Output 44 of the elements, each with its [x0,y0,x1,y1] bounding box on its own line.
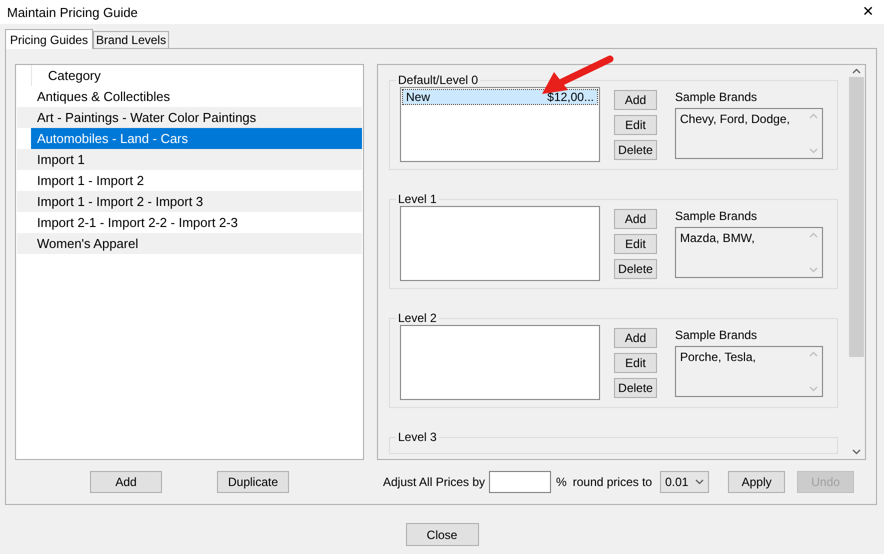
category-row[interactable]: Automobiles - Land - Cars [31,128,362,149]
level-button[interactable]: Delete [614,259,657,279]
group-title: Level 1 [397,192,438,206]
scroll-down-icon[interactable] [852,449,861,455]
group-title: Level 3 [397,430,438,444]
level-button[interactable]: Add [614,209,657,229]
tab[interactable]: Brand Levels [93,31,170,48]
add-button[interactable]: Add [90,471,162,493]
percent-field[interactable] [489,471,552,493]
sample-brands-label: Sample Brands [675,209,758,223]
group-title: Level 2 [397,311,438,325]
round-label: round prices to [572,475,652,489]
entry-name: New [406,90,430,104]
level-button[interactable]: Edit [614,353,657,373]
tab[interactable]: Pricing Guides [5,29,94,49]
column-header[interactable]: Category [31,65,362,86]
close-dialog-button[interactable]: Close [406,523,478,546]
duplicate-button[interactable]: Duplicate [217,471,289,493]
category-row[interactable]: Women's Apparel [17,233,362,254]
level-button[interactable]: Delete [614,378,657,398]
category-row[interactable]: Antiques & Collectibles [17,86,362,107]
level-button[interactable]: Add [614,328,657,348]
level-button[interactable]: Delete [614,140,657,160]
level-button[interactable]: Edit [614,234,657,254]
scroll-up-icon[interactable] [852,68,861,74]
category-row[interactable]: Import 1 - Import 2 - Import 3 [17,191,362,212]
category-row[interactable]: Art - Paintings - Water Color Paintings [17,107,362,128]
sample-brands-label: Sample Brands [675,328,758,342]
round-dropdown[interactable]: 0.01 [660,471,710,493]
window-title: Maintain Pricing Guide [7,4,138,20]
category-row[interactable]: Import 1 - Import 2 [17,170,362,191]
entry-price: $12,00... [547,90,594,104]
category-row[interactable]: Import 2-1 - Import 2-2 - Import 2-3 [17,212,362,233]
category-row[interactable]: Import 1 [17,149,362,170]
group-title: Default/Level 0 [397,73,480,87]
sample-brands-label: Sample Brands [675,90,758,104]
dropdown-caret-icon[interactable] [695,479,704,485]
close-button[interactable]: ✕ [859,4,877,20]
percent-label: % [556,475,567,489]
level-button[interactable]: Edit [614,115,657,135]
level-button[interactable]: Add [614,90,657,110]
price-entry[interactable]: New $12,00... [403,90,597,104]
adjust-label: Adjust All Prices by [383,475,486,489]
adjust-button[interactable]: Apply [728,471,786,493]
